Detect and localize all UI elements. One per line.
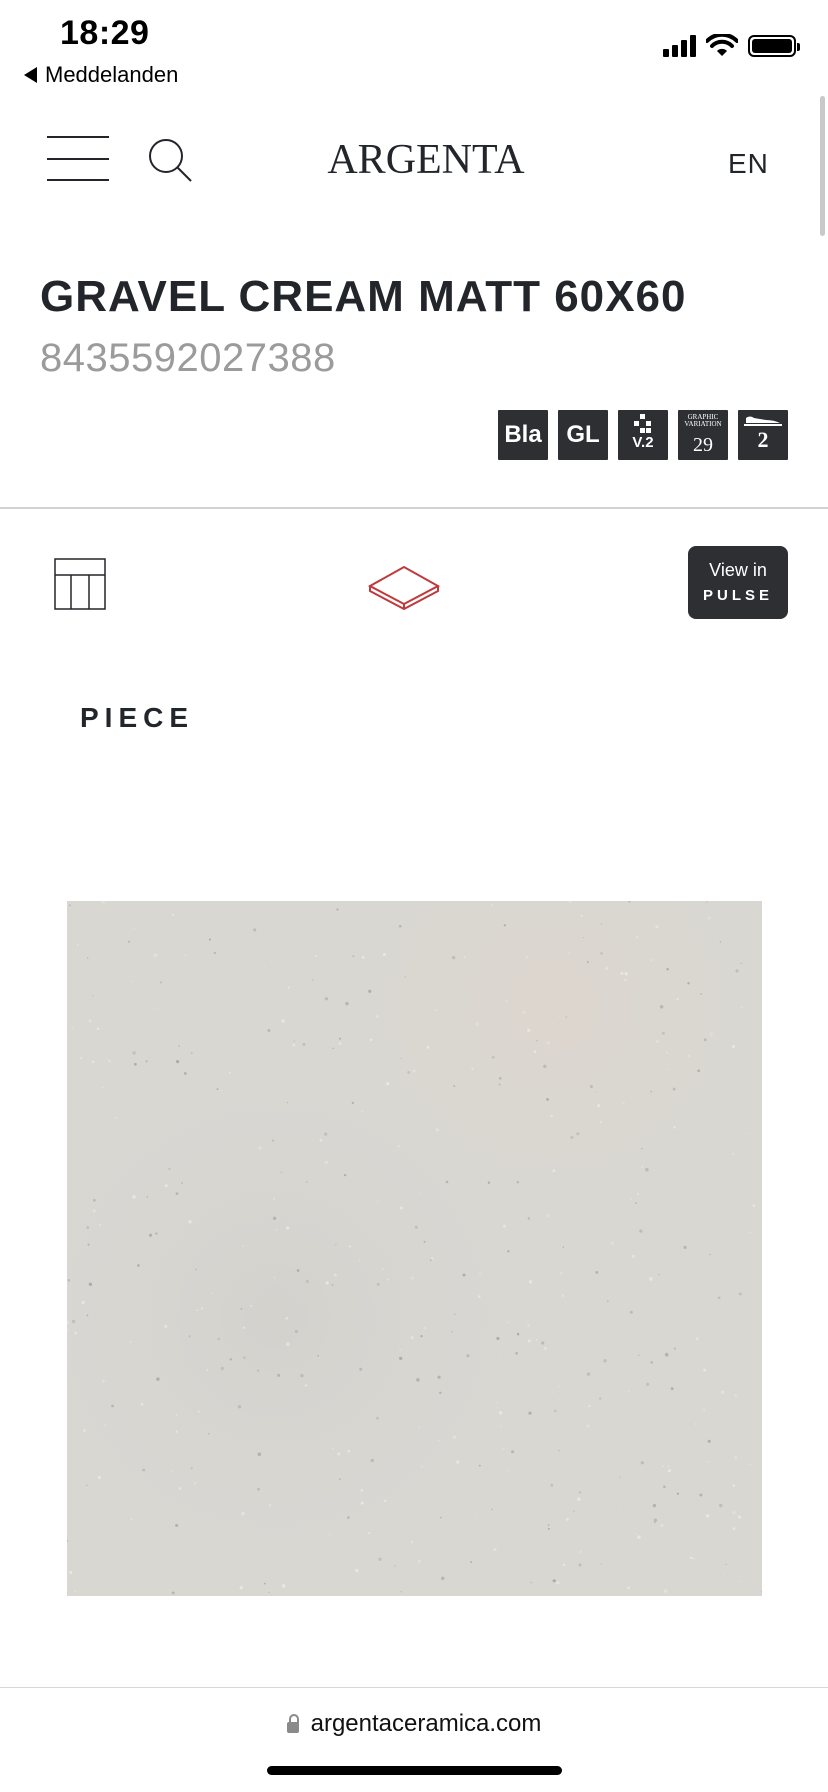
variation-v2-icon: V.2 — [618, 410, 668, 460]
url-text: argentaceramica.com — [310, 1710, 542, 1737]
battery-icon — [748, 35, 800, 57]
section-divider — [0, 507, 828, 509]
back-arrow-icon — [24, 67, 37, 83]
graphic-variation-badge: GRAPHIC VARIATION 29 — [678, 410, 728, 460]
back-app-label: Meddelanden — [45, 62, 179, 87]
shoe-icon — [744, 416, 782, 426]
bla-badge: Bla — [498, 410, 548, 460]
lock-icon — [286, 1713, 299, 1733]
section-label: PIECE — [80, 702, 195, 733]
piece-view-icon[interactable] — [368, 564, 440, 612]
cellular-signal-icon — [663, 35, 696, 57]
product-badges: Bla GL V.2 GRAPHIC VARIATION 29 2 — [498, 410, 788, 460]
product-title: GRAVEL CREAM MATT 60X60 — [40, 272, 687, 321]
scrollbar[interactable] — [820, 96, 825, 236]
gl-badge: GL — [558, 410, 608, 460]
product-code: 8435592027388 — [40, 336, 336, 380]
grid-view-icon[interactable] — [54, 558, 106, 610]
variation-pattern-icon — [634, 414, 651, 433]
slip-resistance-icon: 2 — [738, 410, 788, 460]
back-to-app-button[interactable]: Meddelanden — [24, 62, 178, 88]
view-in-pulse-button[interactable]: View in PULSE — [688, 546, 788, 619]
status-icons — [663, 34, 800, 58]
address-bar-divider — [0, 1687, 828, 1688]
status-time: 18:29 — [60, 14, 150, 52]
language-selector[interactable]: EN — [728, 148, 769, 180]
address-bar[interactable]: argentaceramica.com — [0, 1710, 828, 1738]
home-indicator[interactable] — [267, 1766, 562, 1775]
tile-image — [67, 901, 762, 1596]
menu-icon[interactable] — [47, 136, 109, 182]
search-icon[interactable] — [146, 136, 196, 186]
wifi-icon — [706, 34, 738, 56]
argenta-logo[interactable]: ARGENTA — [326, 136, 526, 184]
